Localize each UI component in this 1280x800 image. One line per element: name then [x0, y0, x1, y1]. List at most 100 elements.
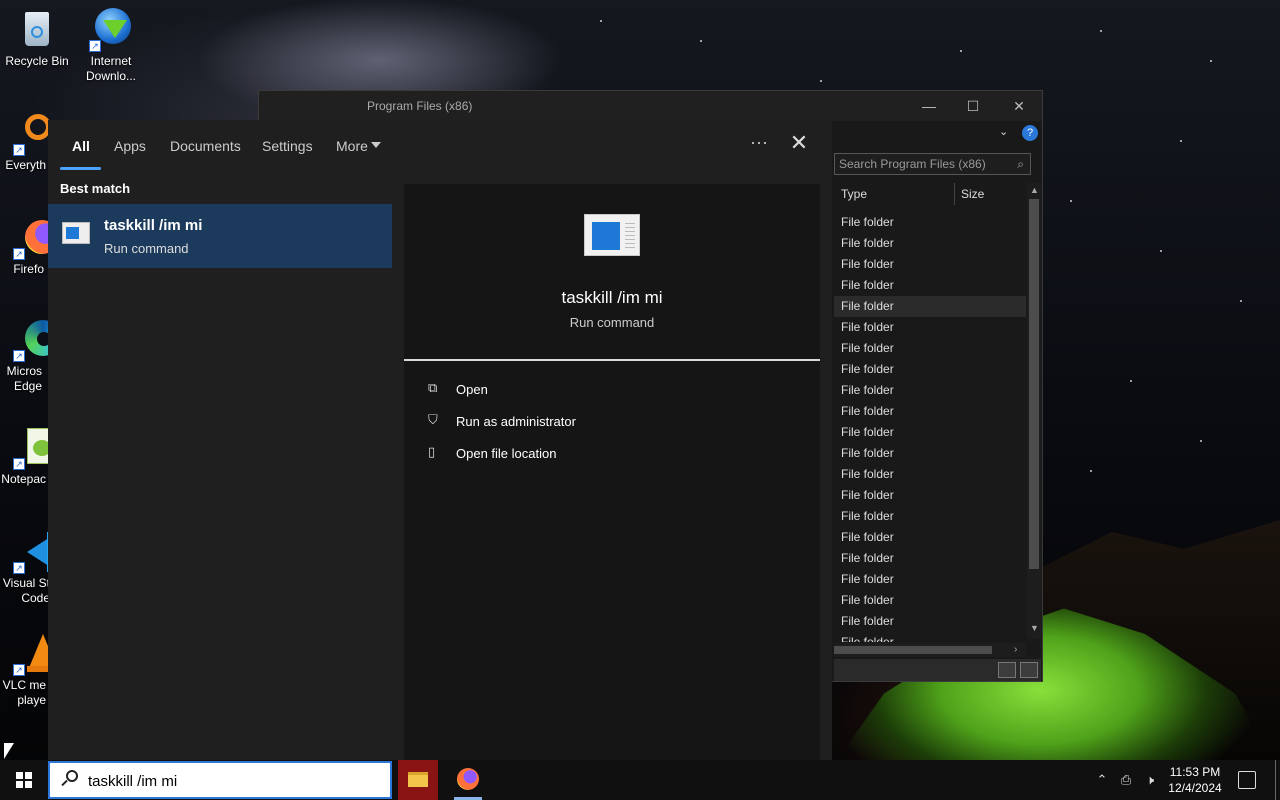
scroll-up-icon[interactable]: ▲	[1030, 185, 1039, 195]
table-row[interactable]: File folder	[834, 632, 1026, 642]
minimize-button[interactable]: —	[919, 97, 939, 115]
help-icon[interactable]: ?	[1022, 125, 1038, 141]
network-icon[interactable]: ⎙	[1118, 772, 1134, 788]
notification-center-icon[interactable]	[1238, 771, 1256, 789]
vscode-icon: ↗	[7, 530, 55, 574]
shield-icon: ⛉	[428, 412, 438, 427]
taskbar-firefox[interactable]	[448, 760, 488, 800]
firefox-icon	[457, 768, 479, 790]
close-search-button[interactable]: ✕	[786, 130, 812, 156]
action-run-as-administrator[interactable]: ⛉ Run as administrator	[426, 412, 806, 436]
file-list[interactable]: File folder File folder File folder File…	[834, 212, 1026, 642]
explorer-search-input[interactable]: Search Program Files (x86) ⌕	[834, 153, 1031, 175]
detail-subtitle: Run command	[569, 315, 655, 330]
firefox-icon: ↗	[7, 216, 59, 260]
clock-date: 12/4/2024	[1168, 781, 1222, 795]
recycle-bin-icon	[15, 8, 59, 52]
table-row[interactable]: File folder	[834, 443, 1026, 464]
action-open-file-location[interactable]: ▯ Open file location	[426, 444, 806, 468]
table-row[interactable]: File folder	[834, 548, 1026, 569]
taskbar-file-explorer[interactable]	[398, 760, 438, 800]
more-options-button[interactable]: ···	[748, 132, 770, 156]
divider	[404, 359, 820, 361]
table-row[interactable]: File folder	[834, 233, 1026, 254]
table-row[interactable]: File folder	[834, 422, 1026, 443]
action-label: Run as administrator	[456, 414, 576, 429]
table-row[interactable]: File folder	[834, 506, 1026, 527]
result-title: taskkill /im mi	[104, 217, 203, 234]
result-detail-pane: taskkill /im mi Run command ⧉ Open ⛉ Run…	[404, 184, 820, 760]
search-input[interactable]	[88, 770, 378, 792]
system-clock[interactable]: 11:53 PM 12/4/2024	[1163, 764, 1227, 796]
everything-search-icon: ↗	[7, 112, 51, 156]
table-row[interactable]: File folder	[834, 359, 1026, 380]
desktop-icon-internet-download-manager[interactable]: ↗ Internet Downlo...	[74, 8, 148, 84]
windows-logo-icon	[16, 772, 32, 788]
tab-settings[interactable]: Settings	[262, 138, 313, 154]
best-match-result[interactable]: taskkill /im mi Run command	[48, 204, 392, 268]
table-row[interactable]: File folder	[834, 611, 1026, 632]
large-icons-view-icon[interactable]	[1020, 662, 1038, 678]
search-tabs: All Apps Documents Settings More ··· ✕	[48, 120, 832, 170]
run-command-icon	[584, 214, 640, 256]
best-match-heading: Best match	[60, 181, 131, 196]
open-icon: ⧉	[428, 380, 438, 395]
explorer-title-bar[interactable]: Program Files (x86) — ☐ ✕	[259, 91, 1042, 121]
maximize-button[interactable]: ☐	[963, 97, 983, 115]
vertical-scrollbar[interactable]: ▲ ▼	[1027, 183, 1041, 639]
table-row[interactable]: File folder	[834, 380, 1026, 401]
run-command-icon	[62, 222, 90, 244]
show-desktop-button[interactable]	[1275, 760, 1276, 800]
chevron-down-icon[interactable]: ⌄	[999, 125, 1008, 138]
action-open[interactable]: ⧉ Open	[426, 380, 806, 404]
show-hidden-icons-chevron-icon[interactable]: ⌃	[1094, 772, 1110, 788]
tab-more[interactable]: More	[336, 138, 368, 154]
details-view-icon[interactable]	[998, 662, 1016, 678]
taskbar: ⌃ ⎙ 🕨 11:53 PM 12/4/2024	[0, 760, 1280, 800]
active-tab-indicator	[60, 167, 101, 170]
column-type[interactable]: Type	[841, 187, 867, 201]
table-row[interactable]: File folder	[834, 338, 1026, 359]
table-row[interactable]: File folder	[834, 590, 1026, 611]
internet-download-manager-icon: ↗	[89, 8, 133, 52]
scroll-thumb[interactable]	[834, 646, 992, 654]
scroll-down-icon[interactable]: ▼	[1030, 623, 1039, 633]
explorer-title: Program Files (x86)	[367, 99, 473, 113]
start-button[interactable]	[0, 760, 48, 800]
action-label: Open	[456, 382, 488, 397]
table-row[interactable]: File folder	[834, 275, 1026, 296]
table-row[interactable]: File folder	[834, 317, 1026, 338]
notepad-plus-plus-icon: ↗	[7, 426, 55, 470]
tab-apps[interactable]: Apps	[114, 138, 146, 154]
scroll-thumb[interactable]	[1029, 199, 1039, 569]
clock-time: 11:53 PM	[1169, 765, 1221, 779]
scroll-right-icon[interactable]: ›	[1014, 644, 1017, 655]
table-row[interactable]: File folder	[834, 401, 1026, 422]
table-row[interactable]: File folder	[834, 464, 1026, 485]
table-row[interactable]: File folder	[834, 569, 1026, 590]
taskbar-search-box[interactable]	[48, 761, 392, 799]
result-subtitle: Run command	[104, 241, 189, 256]
close-window-button[interactable]: ✕	[1009, 97, 1029, 115]
desktop-icon-label: Internet Downlo...	[85, 54, 137, 83]
horizontal-scrollbar[interactable]: ›	[834, 643, 1026, 657]
desktop-icon-recycle-bin[interactable]: Recycle Bin	[0, 8, 74, 69]
volume-muted-icon[interactable]: 🕨	[1142, 772, 1158, 788]
caret-down-icon[interactable]	[371, 142, 381, 148]
table-row[interactable]: File folder	[834, 485, 1026, 506]
mouse-cursor	[4, 743, 14, 759]
table-row[interactable]: File folder	[834, 254, 1026, 275]
search-icon: ⌕	[1017, 157, 1024, 171]
table-row[interactable]: File folder	[834, 527, 1026, 548]
start-search-panel[interactable]: All Apps Documents Settings More ··· ✕ B…	[48, 120, 832, 760]
explorer-status-bar	[834, 659, 1041, 681]
table-row[interactable]: File folder	[834, 212, 1026, 233]
file-location-icon: ▯	[428, 444, 436, 459]
column-header[interactable]: Type Size	[834, 183, 1026, 205]
tab-all[interactable]: All	[72, 138, 90, 154]
table-row[interactable]: File folder	[834, 296, 1026, 317]
vlc-icon: ↗	[7, 632, 59, 676]
detail-title: taskkill /im mi	[561, 288, 663, 307]
column-size[interactable]: Size	[961, 187, 984, 201]
tab-documents[interactable]: Documents	[170, 138, 241, 154]
